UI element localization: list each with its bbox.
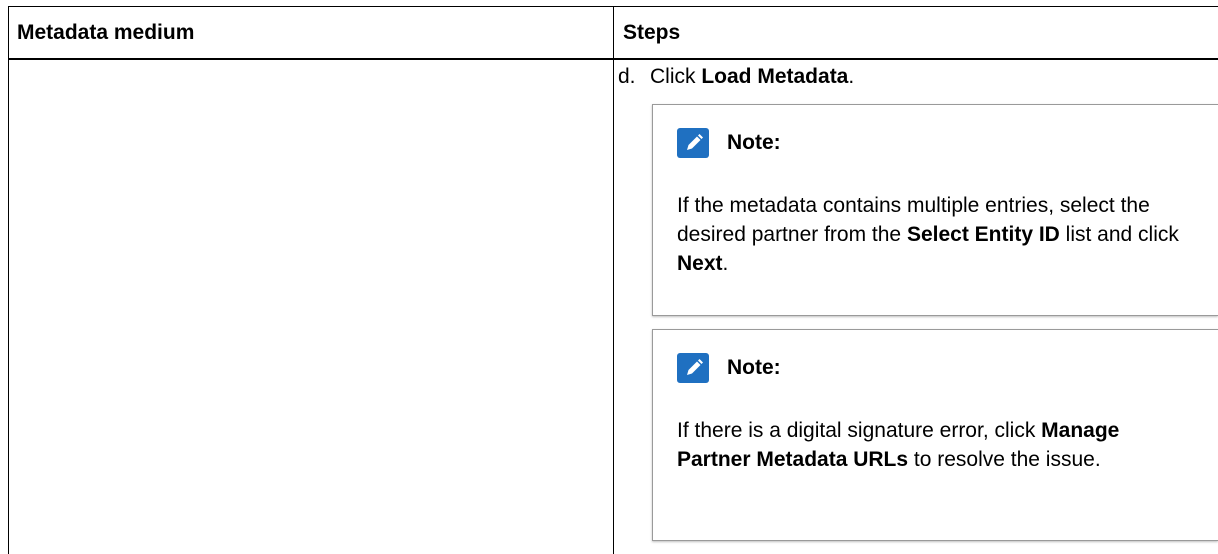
note-text: list and click [1059,223,1179,246]
note-bold-term: Next [677,252,723,275]
column-divider [613,7,614,554]
note-box: Note: If there is a digital signature er… [652,329,1218,541]
step-text-after: . [848,65,855,88]
note-text: . [722,252,729,275]
note-title: Note: [727,356,781,379]
step-text-before: Click [650,65,702,88]
note-bold-term: Select Entity ID [906,223,1060,246]
note-header: Note: [677,352,781,384]
step-item: d. Click Load Metadata. [618,64,854,90]
note-title: Note: [727,131,781,154]
note-text: If there is a digital signature error, c… [677,419,1042,442]
step-bold-command: Load Metadata [701,65,849,88]
pencil-note-icon [677,353,709,383]
header-divider [9,58,1218,60]
step-marker: d. [618,65,636,88]
header-metadata-medium: Metadata medium [17,21,195,44]
header-steps: Steps [623,21,681,44]
note-box: Note: If the metadata contains multiple … [652,104,1218,316]
note-body: If the metadata contains multiple entrie… [677,191,1197,278]
pencil-note-icon [677,128,709,158]
step-text: Click Load Metadata. [650,65,854,88]
note-text: to resolve the issue. [908,448,1101,471]
note-body: If there is a digital signature error, c… [677,416,1197,474]
note-header: Note: [677,127,781,159]
